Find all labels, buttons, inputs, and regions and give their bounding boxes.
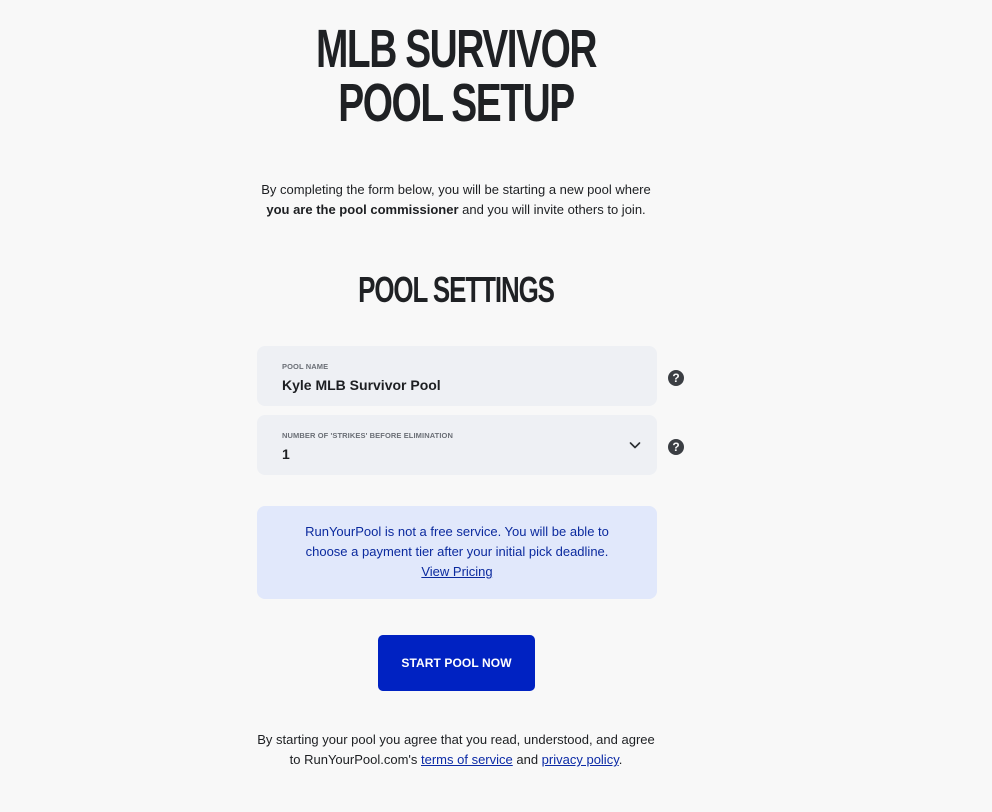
page-title: MLB SURVIVOR POOL SETUP bbox=[128, 22, 785, 130]
intro-text-end: and you will invite others to join. bbox=[458, 202, 646, 217]
terms-of-service-link[interactable]: terms of service bbox=[421, 752, 513, 767]
page-title-line2: POOL SETUP bbox=[338, 73, 575, 133]
footer-suffix: . bbox=[618, 752, 623, 767]
intro-text-bold: you are the pool commissioner bbox=[266, 202, 459, 217]
strikes-select[interactable]: NUMBER OF 'STRIKES' BEFORE ELIMINATION 1 bbox=[257, 415, 657, 475]
pool-name-input[interactable]: Kyle MLB Survivor Pool bbox=[282, 376, 632, 394]
view-pricing-link[interactable]: View Pricing bbox=[421, 564, 492, 579]
footer-line1: By starting your pool you agree that you… bbox=[257, 732, 655, 747]
chevron-down-icon[interactable] bbox=[627, 437, 643, 453]
intro-text: By completing the form below, you will b… bbox=[0, 180, 912, 220]
question-circle-icon[interactable]: ? bbox=[668, 439, 684, 455]
question-circle-icon[interactable]: ? bbox=[668, 370, 684, 386]
pool-name-field[interactable]: POOL NAME Kyle MLB Survivor Pool bbox=[257, 346, 657, 406]
intro-text-start: By completing the form below, you will b… bbox=[261, 182, 651, 197]
strikes-label: NUMBER OF 'STRIKES' BEFORE ELIMINATION bbox=[282, 431, 453, 440]
pricing-notice: RunYourPool is not a free service. You w… bbox=[257, 506, 657, 599]
start-pool-button[interactable]: START POOL NOW bbox=[378, 635, 535, 691]
pool-name-label: POOL NAME bbox=[282, 362, 329, 371]
footer-conjunction: and bbox=[512, 752, 542, 767]
page-title-line1: MLB SURVIVOR bbox=[315, 19, 598, 79]
terms-agreement: By starting your pool you agree that you… bbox=[0, 730, 912, 770]
privacy-policy-link[interactable]: privacy policy bbox=[542, 752, 619, 767]
strikes-selected-value: 1 bbox=[282, 446, 290, 462]
notice-line1: RunYourPool is not a free service. You w… bbox=[305, 524, 609, 539]
notice-line2: choose a payment tier after your initial… bbox=[305, 544, 609, 559]
pool-settings-heading: POOL SETTINGS bbox=[358, 269, 555, 310]
footer-prefix: to RunYourPool.com's bbox=[289, 752, 421, 767]
